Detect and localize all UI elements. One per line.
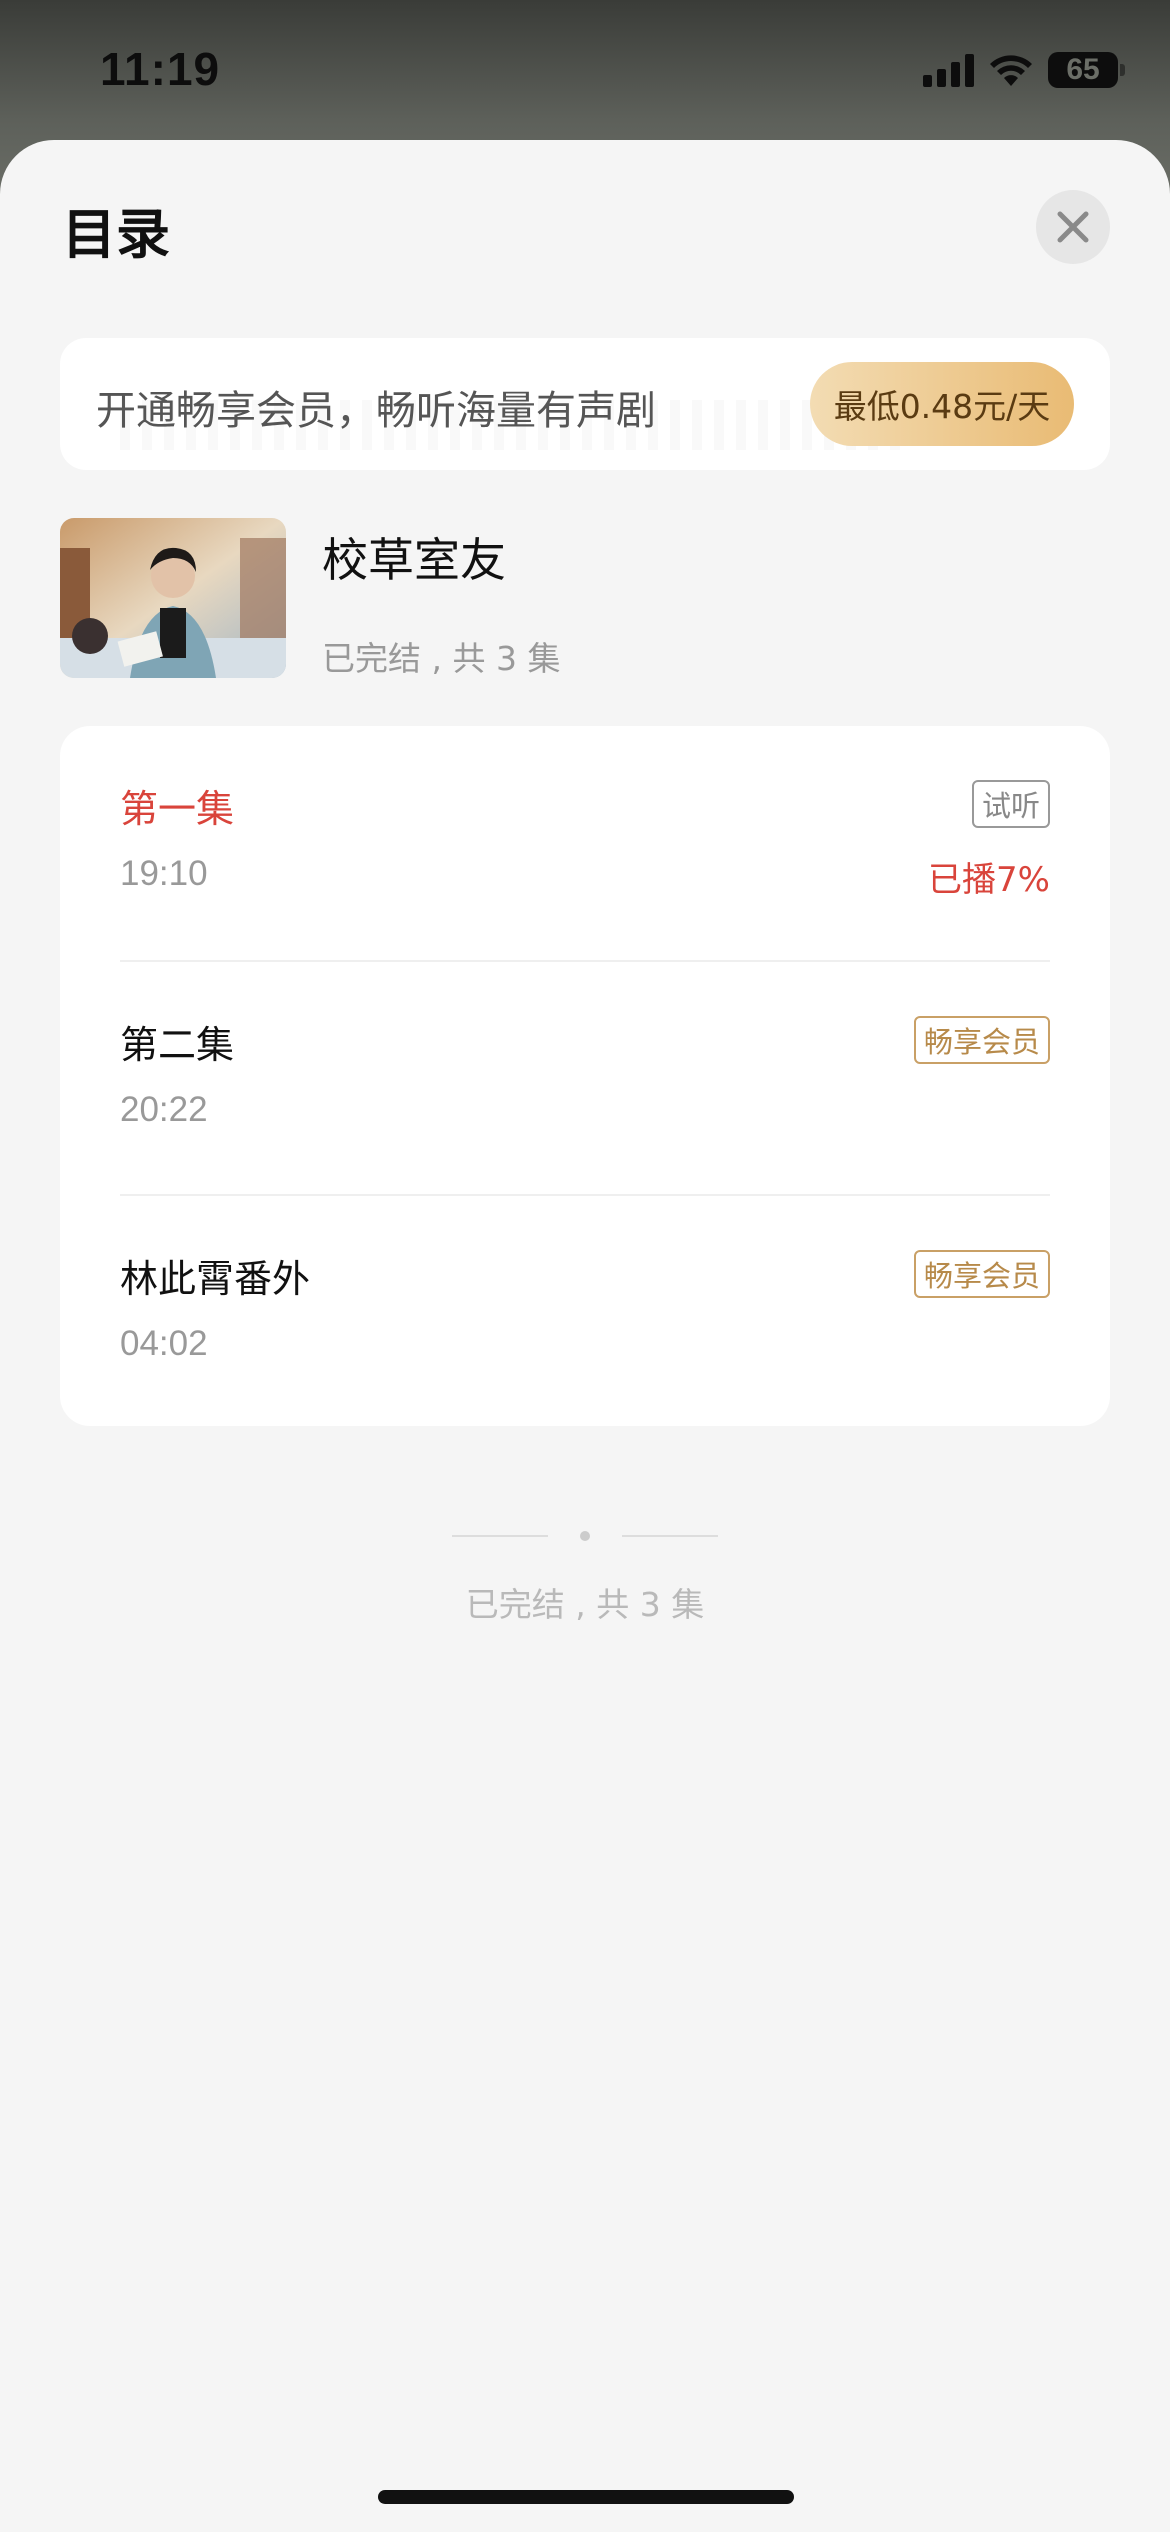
status-indicators: 65 xyxy=(923,52,1125,88)
close-icon xyxy=(1057,211,1089,243)
album-title: 校草室友 xyxy=(322,533,506,587)
vip-subscribe-button[interactable]: 最低0.48元/天 xyxy=(810,362,1074,446)
episode-duration: 04:02 xyxy=(120,1324,208,1363)
episode-duration: 19:10 xyxy=(120,854,208,893)
close-button[interactable] xyxy=(1036,190,1110,264)
episode-item[interactable]: 第二集 20:22 畅享会员 xyxy=(120,960,1050,1194)
status-time: 11:19 xyxy=(100,43,221,95)
episode-title: 林此霄番外 xyxy=(120,1257,311,1301)
trial-badge: 试听 xyxy=(971,780,1050,828)
battery-level: 65 xyxy=(1066,53,1100,86)
status-bar: 11:19 65 xyxy=(0,0,1170,140)
episode-item[interactable]: 第一集 19:10 试听 已播7% xyxy=(120,726,1050,960)
episode-title: 第二集 xyxy=(120,1023,235,1067)
end-divider xyxy=(452,1526,718,1546)
episode-duration: 20:22 xyxy=(120,1090,208,1129)
home-indicator[interactable] xyxy=(378,2490,794,2504)
catalog-sheet: 目录 开通畅享会员，畅听海量有声剧 最低0.48元/天 校草室友 已完结 , 共… xyxy=(0,140,1170,2532)
battery-icon: 65 xyxy=(1048,52,1125,88)
album-status: 已完结 , 共 3 集 xyxy=(322,639,561,678)
sheet-title: 目录 xyxy=(62,203,170,266)
album-cover-image xyxy=(60,518,286,678)
play-progress: 已播7% xyxy=(928,860,1050,900)
vip-badge: 畅享会员 xyxy=(913,1250,1050,1298)
vip-badge: 畅享会员 xyxy=(913,1016,1050,1064)
episode-title: 第一集 xyxy=(120,787,235,831)
cellular-signal-icon xyxy=(923,53,974,87)
episode-item[interactable]: 林此霄番外 04:02 畅享会员 xyxy=(120,1194,1050,1428)
vip-banner[interactable]: 开通畅享会员，畅听海量有声剧 最低0.48元/天 xyxy=(60,338,1110,470)
list-end-text: 已完结 , 共 3 集 xyxy=(465,1585,705,1624)
wifi-icon xyxy=(990,55,1032,86)
episode-list: 第一集 19:10 试听 已播7% 第二集 20:22 畅享会员 林此霄番外 0… xyxy=(60,726,1110,1426)
vip-promo-text: 开通畅享会员，畅听海量有声剧 xyxy=(96,388,656,434)
